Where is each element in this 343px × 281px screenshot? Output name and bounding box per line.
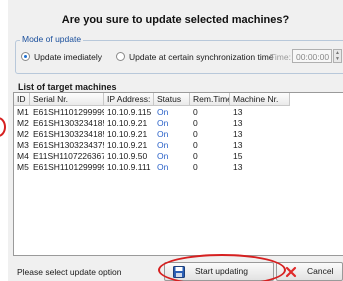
radio-update-sync-time[interactable]	[116, 52, 125, 61]
table-cell-remtime[interactable]: 0	[190, 140, 230, 151]
table-cell-remtime[interactable]: 0	[190, 107, 230, 118]
table-cell-status[interactable]: On	[154, 118, 190, 129]
table-cell-serial[interactable]: E61SH13032341852	[30, 129, 104, 140]
dialog-title: Are you sure to update selected machines…	[61, 14, 290, 26]
table-cell-serial[interactable]: E11SH11072263678	[30, 151, 104, 162]
table-cell-id[interactable]: M5	[14, 162, 30, 173]
radio-update-immediately[interactable]	[21, 52, 30, 61]
target-list-title: List of target machines	[18, 82, 117, 92]
table-cell-remtime[interactable]: 0	[190, 162, 230, 173]
table-cell-serial[interactable]: E61SH11012999993	[30, 162, 104, 173]
column-header-id[interactable]: ID	[14, 93, 30, 106]
table-cell-ip[interactable]: 10.10.9.111	[104, 162, 154, 173]
radio-update-immediately-label[interactable]: Update imediately	[34, 52, 102, 62]
start-updating-label: Start updating	[195, 266, 248, 276]
table-cell-ip[interactable]: 10.10.9.21	[104, 140, 154, 151]
table-cell-serial[interactable]: E61SH11012999994	[30, 107, 104, 118]
table-cell-ip[interactable]: 10.10.9.50	[104, 151, 154, 162]
table-cell-ip[interactable]: 10.10.9.21	[104, 118, 154, 129]
time-input[interactable]: 00:00:00	[292, 49, 332, 63]
table-cell-id[interactable]: M4	[14, 151, 30, 162]
annotation-circle-edge	[0, 117, 6, 137]
table-cell-machine[interactable]: 13	[230, 140, 290, 151]
update-confirm-dialog: Are you sure to update selected machines…	[8, 0, 343, 281]
spinner-arrows-icon[interactable]: ▲ ▼	[333, 49, 342, 63]
table-cell-remtime[interactable]: 0	[190, 129, 230, 140]
floppy-disk-icon	[173, 266, 185, 278]
target-machines-table[interactable]: ID Serial Nr. IP Address: Status Rem.Time Mac…	[13, 92, 343, 256]
table-cell-id[interactable]: M2	[14, 118, 30, 129]
table-cell-machine[interactable]: 13	[230, 162, 290, 173]
cancel-label: Cancel	[307, 266, 334, 276]
table-cell-serial[interactable]: E61SH13032341852	[30, 118, 104, 129]
table-cell-ip[interactable]: 10.10.9.21	[104, 129, 154, 140]
table-cell-machine[interactable]: 13	[230, 107, 290, 118]
table-cell-status[interactable]: On	[154, 162, 190, 173]
red-x-icon	[285, 266, 297, 278]
column-header-serial[interactable]: Serial Nr.	[30, 93, 104, 106]
column-header-machine[interactable]: Machine Nr.	[230, 93, 290, 106]
table-cell-status[interactable]: On	[154, 129, 190, 140]
column-header-remtime[interactable]: Rem.Time	[190, 93, 230, 106]
table-cell-status[interactable]: On	[154, 107, 190, 118]
table-cell-serial[interactable]: E61SH13032343752	[30, 140, 104, 151]
time-label: Time:	[270, 52, 291, 62]
table-cell-id[interactable]: M3	[14, 140, 30, 151]
footer-hint: Please select update option	[17, 267, 122, 277]
table-cell-machine[interactable]: 15	[230, 151, 290, 162]
table-cell-id[interactable]: M1	[14, 107, 30, 118]
cancel-button[interactable]: Cancel	[276, 262, 343, 281]
table-cell-remtime[interactable]: 0	[190, 118, 230, 129]
mode-group-legend: Mode of update	[20, 34, 84, 44]
mode-of-update-group: Mode of update Update imediately Update …	[15, 34, 343, 74]
radio-update-sync-time-label[interactable]: Update at certain synchronization time	[129, 52, 274, 62]
column-header-status[interactable]: Status	[154, 93, 190, 106]
column-header-ip[interactable]: IP Address:	[104, 93, 154, 106]
table-cell-status[interactable]: On	[154, 151, 190, 162]
table-cell-ip[interactable]: 10.10.9.115	[104, 107, 154, 118]
table-cell-status[interactable]: On	[154, 140, 190, 151]
table-cell-machine[interactable]: 13	[230, 129, 290, 140]
table-cell-remtime[interactable]: 0	[190, 151, 230, 162]
table-cell-id[interactable]: M2	[14, 129, 30, 140]
table-cell-machine[interactable]: 13	[230, 118, 290, 129]
start-updating-button[interactable]: Start updating	[164, 262, 274, 281]
